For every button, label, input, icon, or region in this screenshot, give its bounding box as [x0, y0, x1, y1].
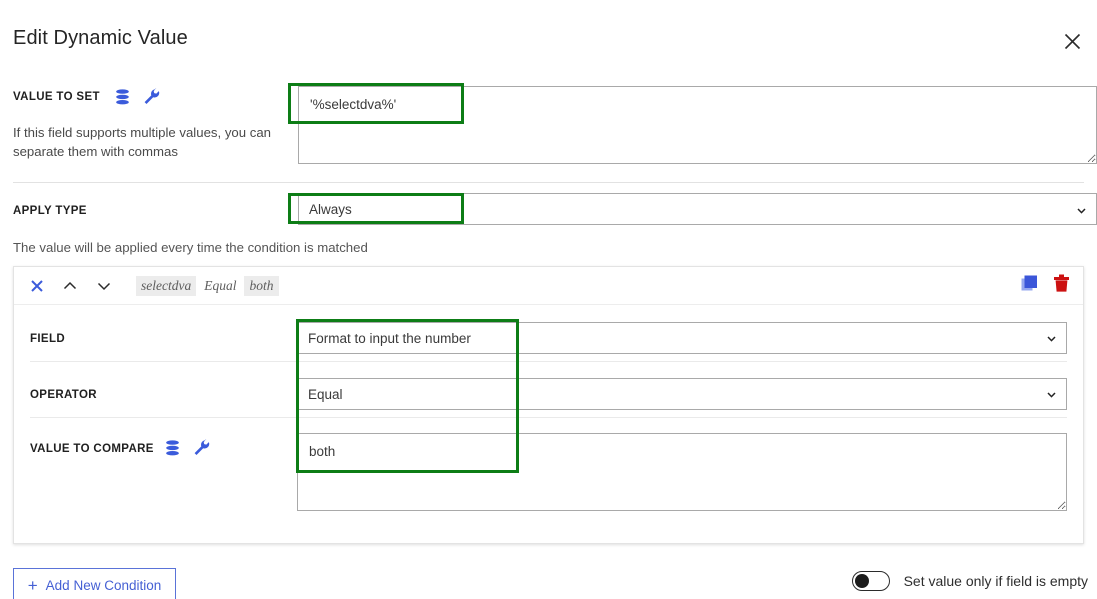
condition-summary: selectdva Equal both [136, 275, 279, 296]
wrench-icon[interactable] [143, 88, 160, 105]
condition-nav-controls [30, 279, 112, 293]
condition-operator-label: OPERATOR [30, 389, 97, 401]
wrench-icon[interactable] [193, 439, 210, 456]
toggle-knob [854, 574, 869, 588]
condition-move-up-button[interactable] [62, 279, 78, 293]
condition-field-select[interactable]: Format to input the number [297, 322, 1067, 354]
divider-after-value-to-set [13, 182, 1084, 183]
condition-card: selectdva Equal both FIELD Format to inp… [13, 266, 1084, 544]
chevron-down-icon [96, 279, 112, 293]
set-value-if-empty-area: Set value only if field is empty [851, 571, 1088, 591]
value-to-set-helper: If this field supports multiple values, … [13, 125, 272, 159]
condition-value-to-compare-label: VALUE TO COMPARE [30, 443, 154, 455]
apply-type-select[interactable]: Always [298, 193, 1097, 225]
apply-type-helper-row: The value will be applied every time the… [13, 238, 1084, 257]
value-to-set-left-column: VALUE TO SET If this field supports mult… [13, 88, 288, 161]
apply-type-label: APPLY TYPE [13, 205, 87, 217]
edit-dynamic-value-dialog: Edit Dynamic Value VALUE TO SET If this … [0, 0, 1097, 599]
condition-operator-row: OPERATOR Equal [14, 361, 1083, 418]
add-new-condition-button[interactable]: + Add New Condition [13, 568, 176, 599]
condition-summary-value: both [244, 275, 279, 296]
chevron-up-icon [62, 279, 78, 293]
condition-summary-operator: Equal [204, 277, 237, 293]
duplicate-icon [1020, 274, 1039, 293]
dialog-header: Edit Dynamic Value [0, 0, 1097, 74]
condition-actions [1020, 274, 1070, 293]
condition-field-row: FIELD Format to input the number [14, 305, 1083, 362]
trash-icon [1053, 274, 1070, 293]
database-icon[interactable] [115, 89, 130, 105]
apply-type-helper: The value will be applied every time the… [13, 240, 368, 255]
add-new-condition-label: Add New Condition [45, 577, 162, 593]
condition-value-to-compare-row: VALUE TO COMPARE [14, 417, 1083, 527]
condition-operator-select[interactable]: Equal [297, 378, 1067, 410]
condition-field-label: FIELD [30, 333, 65, 345]
value-to-set-label-icons [115, 88, 160, 105]
duplicate-condition-button[interactable] [1020, 274, 1039, 293]
value-to-set-input[interactable] [298, 86, 1097, 164]
condition-header: selectdva Equal both [14, 267, 1083, 305]
condition-value-label-icons [165, 439, 210, 456]
set-value-if-empty-label: Set value only if field is empty [903, 573, 1088, 589]
set-value-if-empty-toggle[interactable] [851, 571, 890, 591]
close-button[interactable] [1055, 26, 1089, 56]
condition-summary-field: selectdva [136, 275, 197, 296]
close-icon [1064, 33, 1081, 50]
database-icon[interactable] [165, 439, 180, 456]
condition-move-down-button[interactable] [96, 279, 112, 293]
close-x-icon [30, 279, 44, 293]
plus-icon: + [27, 575, 38, 595]
value-to-set-label: VALUE TO SET [13, 90, 100, 103]
page-title: Edit Dynamic Value [13, 27, 188, 49]
condition-remove-button[interactable] [30, 279, 44, 293]
condition-value-to-compare-input[interactable] [297, 433, 1067, 511]
delete-condition-button[interactable] [1053, 274, 1070, 293]
